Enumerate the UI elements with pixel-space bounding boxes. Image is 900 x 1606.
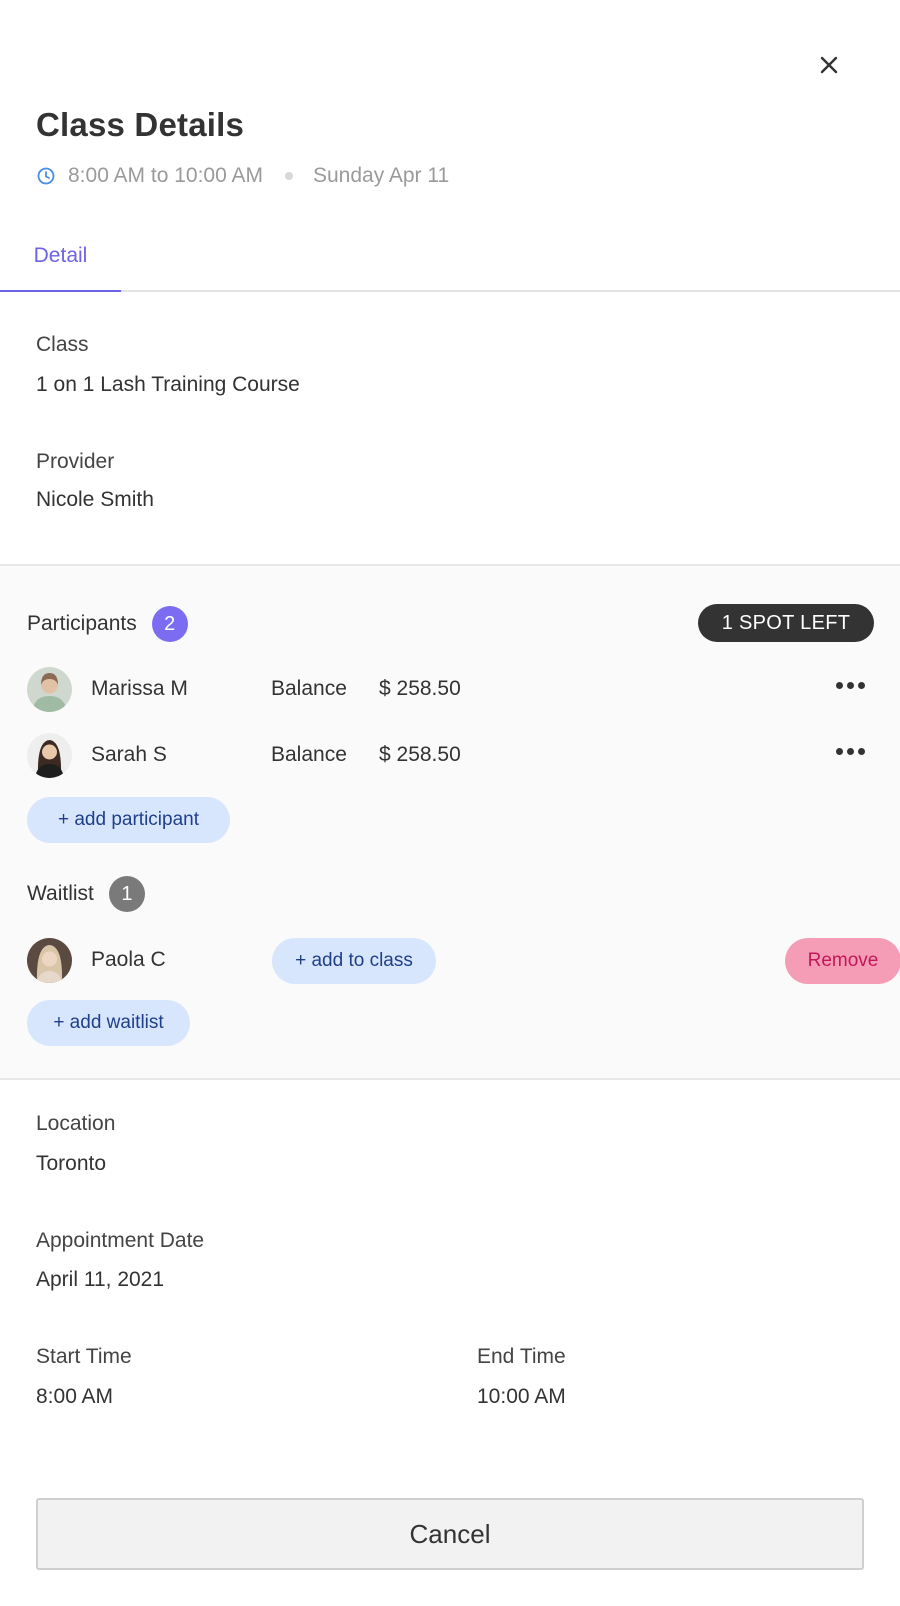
start-time-label: Start Time	[36, 1345, 132, 1368]
clock-icon	[37, 167, 55, 185]
add-to-class-button[interactable]: + add to class	[272, 938, 436, 984]
location-value: Toronto	[36, 1152, 107, 1175]
tab-bar: Detail	[0, 232, 900, 292]
more-options-button[interactable]	[833, 675, 867, 695]
class-date: Sunday Apr 11	[312, 164, 450, 187]
time-range: 8:00 AM to 10:00 AM	[68, 164, 263, 187]
end-time-label: End Time	[477, 1345, 566, 1368]
end-time-value: 10:00 AM	[477, 1385, 566, 1408]
tab-detail[interactable]: Detail	[0, 232, 121, 292]
class-value: 1 on 1 Lash Training Course	[36, 373, 300, 396]
class-label: Class	[36, 333, 89, 356]
waitlist-row: Paola C + add to class Remove	[27, 938, 900, 984]
separator-dot	[284, 172, 293, 180]
provider-value: Nicole Smith	[36, 488, 154, 511]
provider-label: Provider	[36, 450, 115, 473]
waitlist-count-badge: 1	[108, 876, 145, 912]
spots-left-badge: 1 SPOT LEFT	[698, 604, 874, 642]
balance-value: $ 258.50	[379, 743, 461, 766]
close-icon	[820, 56, 838, 74]
cancel-button[interactable]: Cancel	[36, 1498, 864, 1570]
waitlist-name: Paola C	[91, 948, 166, 971]
more-horizontal-icon	[835, 747, 843, 755]
waitlist-heading: Waitlist 1	[27, 876, 145, 912]
start-time-value: 8:00 AM	[36, 1385, 114, 1408]
page-title: Class Details	[36, 106, 245, 143]
add-waitlist-button[interactable]: + add waitlist	[27, 1000, 190, 1046]
avatar	[27, 938, 72, 983]
balance-label: Balance	[271, 743, 347, 766]
appointment-date-value: April 11, 2021	[36, 1268, 165, 1291]
balance-label: Balance	[271, 677, 347, 700]
location-label: Location	[36, 1112, 116, 1135]
close-button[interactable]	[814, 50, 844, 80]
participants-heading: Participants 2	[27, 606, 188, 642]
more-options-button[interactable]	[833, 741, 867, 761]
participants-label: Participants	[27, 612, 137, 635]
participants-section: Participants 2 1 SPOT LEFT Marissa M Bal…	[0, 564, 900, 1080]
avatar	[27, 733, 72, 778]
more-horizontal-icon	[835, 681, 843, 689]
class-time-summary: 8:00 AM to 10:00 AM Sunday Apr 11	[36, 164, 449, 188]
participant-row: Marissa M Balance $ 258.50	[27, 667, 875, 713]
avatar	[27, 667, 72, 712]
balance-value: $ 258.50	[379, 677, 461, 700]
remove-button[interactable]: Remove	[785, 938, 900, 984]
participant-name: Sarah S	[91, 743, 167, 766]
waitlist-label: Waitlist	[27, 882, 94, 905]
participant-row: Sarah S Balance $ 258.50	[27, 733, 875, 779]
appointment-date-label: Appointment Date	[36, 1229, 205, 1252]
participant-name: Marissa M	[91, 677, 188, 700]
participants-count-badge: 2	[151, 606, 188, 642]
add-participant-button[interactable]: + add participant	[27, 797, 230, 843]
